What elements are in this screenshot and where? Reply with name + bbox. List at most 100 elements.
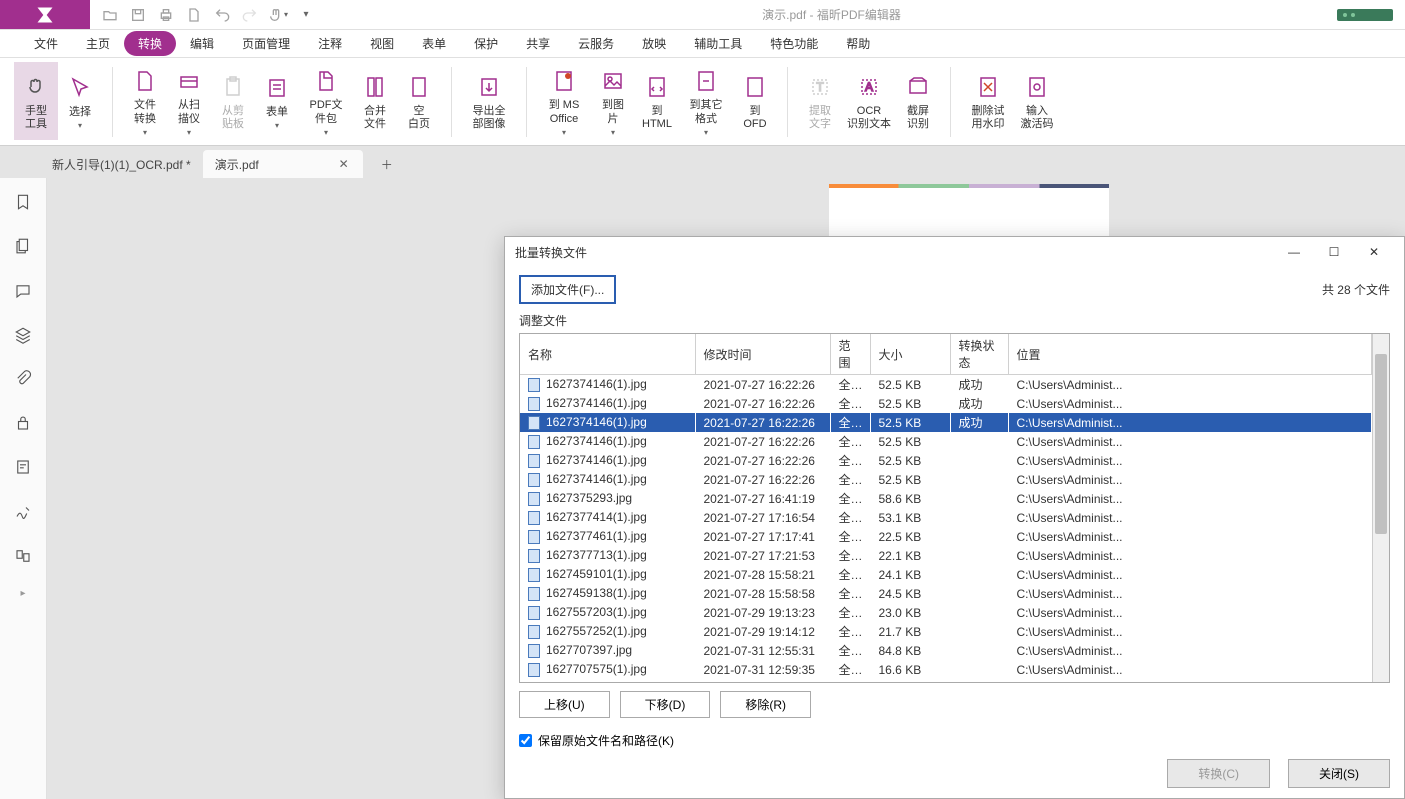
pdf-package-button[interactable]: PDF文件包▾ bbox=[299, 62, 353, 140]
ocr-recognize-button[interactable]: AOCR识别文本 bbox=[842, 62, 896, 140]
form-fields-icon[interactable] bbox=[9, 455, 37, 479]
table-row[interactable]: 1627374146(1).jpg2021-07-27 16:22:26全部52… bbox=[520, 432, 1372, 451]
file-icon bbox=[528, 568, 542, 582]
redo-icon[interactable] bbox=[238, 3, 262, 27]
add-tab-button[interactable]: ＋ bbox=[373, 150, 401, 178]
close-button[interactable]: 关闭(S) bbox=[1288, 759, 1390, 788]
security-icon[interactable] bbox=[9, 411, 37, 435]
menu-item[interactable]: 转换 bbox=[124, 31, 176, 56]
menu-item[interactable]: 编辑 bbox=[176, 31, 228, 56]
file-icon bbox=[528, 435, 542, 449]
move-up-button[interactable]: 上移(U) bbox=[519, 691, 610, 718]
tab-label: 新人引导(1)(1)_OCR.pdf * bbox=[52, 156, 191, 173]
table-row[interactable]: 1627377713(1).jpg2021-07-27 17:21:53全部22… bbox=[520, 546, 1372, 565]
table-row[interactable]: 1627377461(1).jpg2021-07-27 17:17:41全部22… bbox=[520, 527, 1372, 546]
menu-item[interactable]: 注释 bbox=[304, 31, 356, 56]
to-image-button[interactable]: 到图片▾ bbox=[591, 62, 635, 140]
menu-item[interactable]: 表单 bbox=[408, 31, 460, 56]
table-row[interactable]: 1627557203(1).jpg2021-07-29 19:13:23全部23… bbox=[520, 603, 1372, 622]
activation-button[interactable]: 输入激活码 bbox=[1015, 62, 1059, 140]
scrollbar-thumb[interactable] bbox=[1375, 354, 1387, 534]
layers-icon[interactable] bbox=[9, 323, 37, 347]
comment-icon[interactable] bbox=[9, 278, 37, 302]
table-row[interactable]: 1627374146(1).jpg2021-07-27 16:22:26全部52… bbox=[520, 394, 1372, 413]
app-logo[interactable] bbox=[0, 0, 90, 29]
menu-item[interactable]: 共享 bbox=[512, 31, 564, 56]
menu-item[interactable]: 辅助工具 bbox=[680, 31, 756, 56]
col-name[interactable]: 名称 bbox=[520, 334, 695, 375]
form-button[interactable]: 表单▾ bbox=[255, 62, 299, 140]
export-images-button[interactable]: 导出全部图像 bbox=[462, 62, 516, 140]
col-size[interactable]: 大小 bbox=[870, 334, 950, 375]
menu-item[interactable]: 主页 bbox=[72, 31, 124, 56]
attachment-icon[interactable] bbox=[9, 367, 37, 391]
table-row[interactable]: 1627377414(1).jpg2021-07-27 17:16:54全部53… bbox=[520, 508, 1372, 527]
minimize-icon[interactable]: — bbox=[1274, 238, 1314, 266]
add-file-button[interactable]: 添加文件(F)... bbox=[519, 275, 616, 304]
col-status[interactable]: 转换状态 bbox=[950, 334, 1008, 375]
from-scanner-button[interactable]: 从扫描仪▾ bbox=[167, 62, 211, 140]
file-convert-button[interactable]: 文件转换▾ bbox=[123, 62, 167, 140]
keep-original-input[interactable] bbox=[519, 734, 532, 747]
menu-item[interactable]: 云服务 bbox=[564, 31, 628, 56]
print-icon[interactable] bbox=[154, 3, 178, 27]
to-other-button[interactable]: 到其它格式▾ bbox=[679, 62, 733, 140]
close-icon[interactable]: ✕ bbox=[1354, 238, 1394, 266]
maximize-icon[interactable]: ☐ bbox=[1314, 238, 1354, 266]
qat-more-icon[interactable]: ▾ bbox=[294, 3, 318, 27]
blank-page-button[interactable]: 空白页 bbox=[397, 62, 441, 140]
document-tab-active[interactable]: 演示.pdf✕ bbox=[203, 150, 363, 178]
save-icon[interactable] bbox=[126, 3, 150, 27]
undo-icon[interactable] bbox=[210, 3, 234, 27]
col-time[interactable]: 修改时间 bbox=[695, 334, 830, 375]
menu-item[interactable]: 特色功能 bbox=[756, 31, 832, 56]
col-range[interactable]: 范围 bbox=[830, 334, 870, 375]
document-tab[interactable]: 新人引导(1)(1)_OCR.pdf * bbox=[40, 150, 203, 178]
table-row[interactable]: 1627557252(1).jpg2021-07-29 19:14:12全部21… bbox=[520, 622, 1372, 641]
table-row[interactable]: 1627374146(1).jpg2021-07-27 16:22:26全部52… bbox=[520, 470, 1372, 489]
keep-original-checkbox[interactable]: 保留原始文件名和路径(K) bbox=[519, 726, 1390, 755]
signature-icon[interactable] bbox=[9, 500, 37, 524]
select-button[interactable]: 选择▾ bbox=[58, 62, 102, 140]
table-row[interactable]: 1627374146(1).jpg2021-07-27 16:22:26全部52… bbox=[520, 375, 1372, 395]
table-row[interactable]: 1627375293.jpg2021-07-27 16:41:19全部58.6 … bbox=[520, 489, 1372, 508]
file-icon bbox=[528, 530, 542, 544]
to-ofd-button[interactable]: 到OFD bbox=[733, 62, 777, 140]
table-row[interactable]: 1627374146(1).jpg2021-07-27 16:22:26全部52… bbox=[520, 451, 1372, 470]
convert-button[interactable]: 转换(C) bbox=[1167, 759, 1270, 788]
table-row[interactable]: 1627459101(1).jpg2021-07-28 15:58:21全部24… bbox=[520, 565, 1372, 584]
hand-icon[interactable]: ▾ bbox=[266, 3, 290, 27]
menu-item[interactable]: 帮助 bbox=[832, 31, 884, 56]
open-icon[interactable] bbox=[98, 3, 122, 27]
scrollbar[interactable] bbox=[1372, 334, 1389, 682]
file-icon bbox=[528, 492, 542, 506]
col-location[interactable]: 位置 bbox=[1008, 334, 1372, 375]
hand-tool-button[interactable]: 手型工具 bbox=[14, 62, 58, 140]
to-ms-office-button[interactable]: 到 MSOffice▾ bbox=[537, 62, 591, 140]
compare-icon[interactable] bbox=[9, 544, 37, 568]
menu-item[interactable]: 保护 bbox=[460, 31, 512, 56]
remove-button[interactable]: 移除(R) bbox=[720, 691, 811, 718]
dialog-titlebar[interactable]: 批量转换文件 — ☐ ✕ bbox=[505, 237, 1404, 267]
table-row[interactable]: 1627374146(1).jpg2021-07-27 16:22:26全部52… bbox=[520, 413, 1372, 432]
bookmark-icon[interactable] bbox=[9, 190, 37, 214]
merge-files-button[interactable]: 合并文件 bbox=[353, 62, 397, 140]
menu-item[interactable]: 放映 bbox=[628, 31, 680, 56]
expand-sidebar-icon[interactable]: ▸ bbox=[20, 588, 25, 599]
table-row[interactable]: 1627459138(1).jpg2021-07-28 15:58:58全部24… bbox=[520, 584, 1372, 603]
table-row[interactable]: 1627707575(1).jpg2021-07-31 12:59:35全部16… bbox=[520, 660, 1372, 679]
table-row[interactable]: 1627707397.jpg2021-07-31 12:55:31全部84.8 … bbox=[520, 641, 1372, 660]
menu-item[interactable]: 页面管理 bbox=[228, 31, 304, 56]
remove-watermark-button[interactable]: 删除试用水印 bbox=[961, 62, 1015, 140]
menu-item[interactable]: 文件 bbox=[20, 31, 72, 56]
table-row[interactable]: 1627903051(1).jpg2021-08-02 19:17:31全部22… bbox=[520, 679, 1372, 682]
file-icon bbox=[528, 644, 542, 658]
close-icon[interactable]: ✕ bbox=[337, 157, 351, 171]
file-icon bbox=[528, 473, 542, 487]
page-icon[interactable] bbox=[182, 3, 206, 27]
pages-icon[interactable] bbox=[9, 234, 37, 258]
screenshot-ocr-button[interactable]: 截屏识别 bbox=[896, 62, 940, 140]
menu-item[interactable]: 视图 bbox=[356, 31, 408, 56]
move-down-button[interactable]: 下移(D) bbox=[620, 691, 711, 718]
to-html-button[interactable]: 到HTML bbox=[635, 62, 679, 140]
